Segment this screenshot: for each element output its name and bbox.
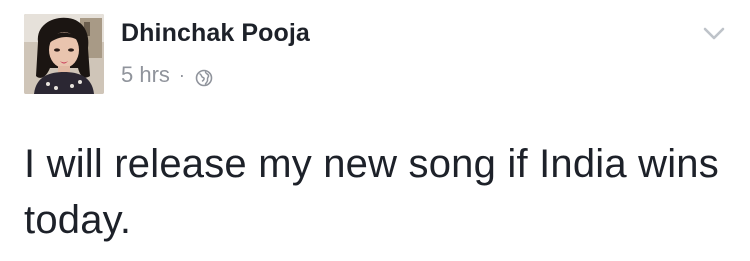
separator-dot: · (178, 64, 185, 85)
post-message: I will release my new song if India wins… (24, 142, 719, 242)
globe-icon[interactable] (195, 67, 213, 87)
chevron-down-icon[interactable] (702, 24, 726, 44)
profile-photo (24, 14, 104, 94)
author-name[interactable]: Dhinchak Pooja (121, 19, 310, 48)
post-meta: 5 hrs · (121, 61, 213, 89)
timestamp[interactable]: 5 hrs (121, 62, 170, 88)
facebook-post: Dhinchak Pooja 5 hrs · I will release my… (0, 0, 750, 261)
avatar[interactable] (24, 14, 104, 94)
